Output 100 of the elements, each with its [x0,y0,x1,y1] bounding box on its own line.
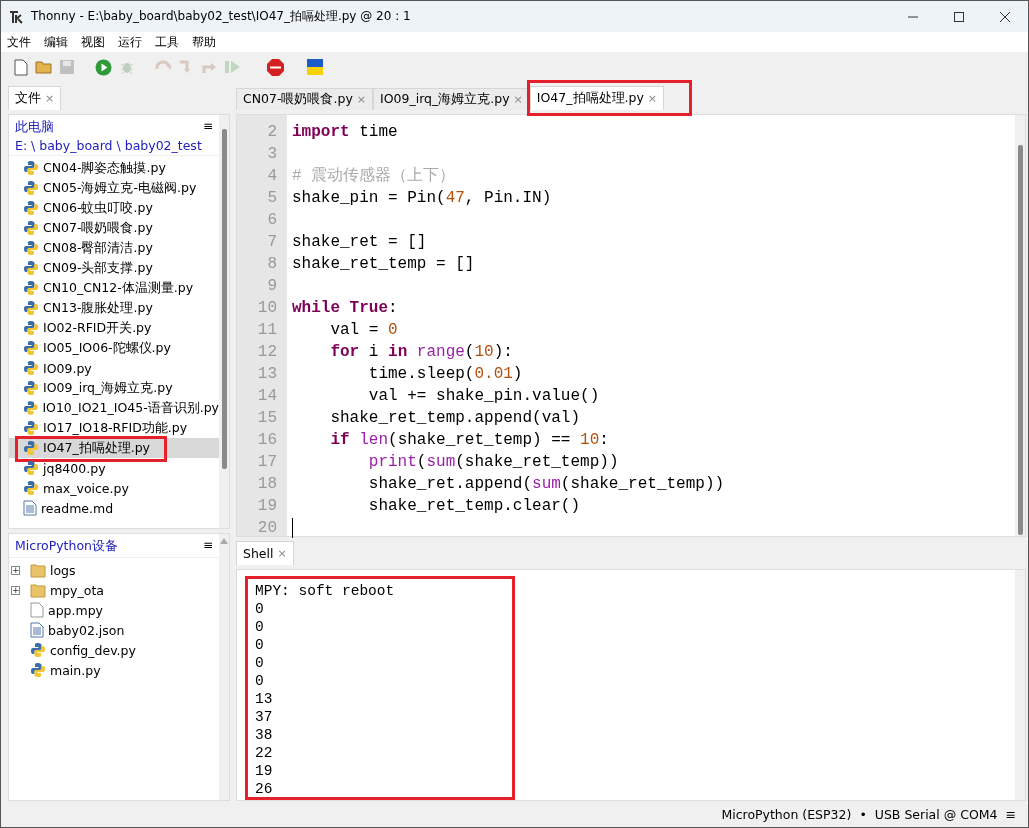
line-number: 20 [256,518,278,539]
files-tab[interactable]: 文件 × [8,86,62,110]
python-file-icon [23,160,39,176]
scroll-up-icon[interactable] [220,538,228,544]
run-icon[interactable] [95,58,112,76]
file-item[interactable]: CN09-头部支撑.py [9,258,219,278]
stop-icon[interactable] [266,57,285,77]
file-item[interactable]: IO10_IO21_IO45-语音识别.py [9,398,219,418]
device-file-item[interactable]: + mpy_ota [9,580,219,600]
maximize-icon [954,11,964,22]
shell-output-line: 13 [255,690,274,708]
file-item[interactable]: IO02-RFID开关.py [9,318,219,338]
file-item[interactable]: CN08-臀部清洁.py [9,238,219,258]
expand-toggle[interactable]: + [11,565,20,575]
device-file-item[interactable]: main.py [9,660,219,680]
code-line: while True: [292,298,398,319]
scrollbar[interactable] [1015,115,1025,536]
path-breadcrumb[interactable]: E: \ baby_board \ baby02_test [15,138,202,153]
line-number: 8 [266,254,278,275]
file-item[interactable]: jq8400.py [9,458,219,478]
python-file-icon [23,220,39,236]
line-number: 18 [256,474,278,495]
file-item[interactable]: IO09.py [9,358,219,378]
scrollbar[interactable] [219,534,229,800]
file-item[interactable]: CN13-腹胀处理.py [9,298,219,318]
new-file-icon[interactable] [13,58,28,76]
python-file-icon [23,400,39,416]
python-file-icon [23,420,39,436]
editor-tab[interactable]: CN07-喂奶喂食.py × [236,88,374,110]
panel-title: MicroPython设备 [15,538,118,555]
python-file-icon [23,360,39,376]
shell-output-line: 19 [255,762,274,780]
shell-tab[interactable]: Shell × [236,541,294,565]
shell-output-line: 0 [255,672,265,690]
file-item[interactable]: IO09_irq_海姆立克.py [9,378,219,398]
python-file-icon [30,662,46,678]
interpreter-status[interactable]: MicroPython (ESP32) [721,806,852,822]
python-file-icon [23,240,39,256]
python-file-icon [23,180,39,196]
panel-menu-button[interactable]: ≡ [202,538,213,555]
python-file-icon [23,260,39,276]
device-file-item[interactable]: config_dev.py [9,640,219,660]
shell-output-line: 0 [255,654,265,672]
code-line: if len(shake_ret_temp) == 10: [329,430,609,451]
line-number: 9 [266,276,278,297]
line-number: 11 [256,320,278,341]
scrollbar[interactable] [219,115,229,528]
file-icon [30,602,44,618]
line-number: 13 [256,364,278,385]
window-title: Thonny - E:\baby_board\baby02_test\IO47_拍嗝处理.py @ 20 : 1 [31,8,412,25]
file-item[interactable]: CN05-海姆立克-电磁阀.py [9,178,219,198]
device-file-item[interactable]: baby02.json [9,620,219,640]
file-item[interactable]: readme.md [9,498,219,518]
python-file-icon [23,320,39,336]
line-number: 16 [256,430,278,451]
expand-toggle[interactable]: + [11,585,20,595]
device-file-item[interactable]: app.mpy [9,600,219,620]
python-file-icon [23,280,39,296]
python-file-icon [23,300,39,316]
code-line: shake_ret = [] [292,232,427,253]
python-file-icon [23,440,39,456]
code-line: for i in range(10): [329,342,513,363]
code-line: shake_ret.append(sum(shake_ret_temp)) [367,474,725,495]
line-number: 7 [266,232,278,253]
port-status[interactable]: USB Serial @ COM4 [874,806,998,822]
editor-tab[interactable]: IO09_irq_海姆立克.py × [373,88,530,110]
shell-output-line: 22 [255,744,274,762]
menu-item[interactable]: 运行 [118,33,142,51]
code-line: shake_ret_temp.append(val) [329,408,581,429]
line-number: 19 [256,496,278,517]
menu-item[interactable]: 帮助 [192,33,216,51]
shell-output-line: 0 [255,636,265,654]
file-item[interactable]: CN06-蚊虫叮咬.py [9,198,219,218]
file-item[interactable]: CN04-脚姿态触摸.py [9,158,219,178]
shell-output-line: 0 [255,600,265,618]
line-number: 2 [266,122,278,143]
flag-icon[interactable] [306,59,323,75]
menu-item[interactable]: 工具 [155,33,179,51]
python-file-icon [30,642,46,658]
location-label[interactable]: 此电脑 [15,119,202,136]
python-file-icon [23,340,39,356]
menu-item[interactable]: 文件 [7,33,31,51]
file-item[interactable]: max_voice.py [9,478,219,498]
line-number: 5 [266,188,278,209]
panel-menu-button[interactable]: ≡ [202,119,213,153]
folder-icon[interactable] [34,59,53,75]
menu-item[interactable]: 视图 [81,33,105,51]
code-line: val += shake_pin.value() [367,386,600,407]
file-item[interactable]: CN10_CN12-体温测量.py [9,278,219,298]
device-file-item[interactable]: + logs [9,560,219,580]
editor-tab[interactable]: IO47_拍嗝处理.py × [529,86,665,110]
file-item[interactable]: IO05_IO06-陀螺仪.py [9,338,219,358]
status-menu-button[interactable]: ≡ [1005,806,1016,822]
code-line: shake_ret_temp.clear() [367,496,581,517]
menu-item[interactable]: 编辑 [44,33,68,51]
shell-output-line: 37 [255,708,274,726]
file-item[interactable]: IO17_IO18-RFID功能.py [9,418,219,438]
scrollbar[interactable] [1015,570,1025,800]
file-item[interactable]: CN07-喂奶喂食.py [9,218,219,238]
code-line: time.sleep(0.01) [367,364,523,385]
